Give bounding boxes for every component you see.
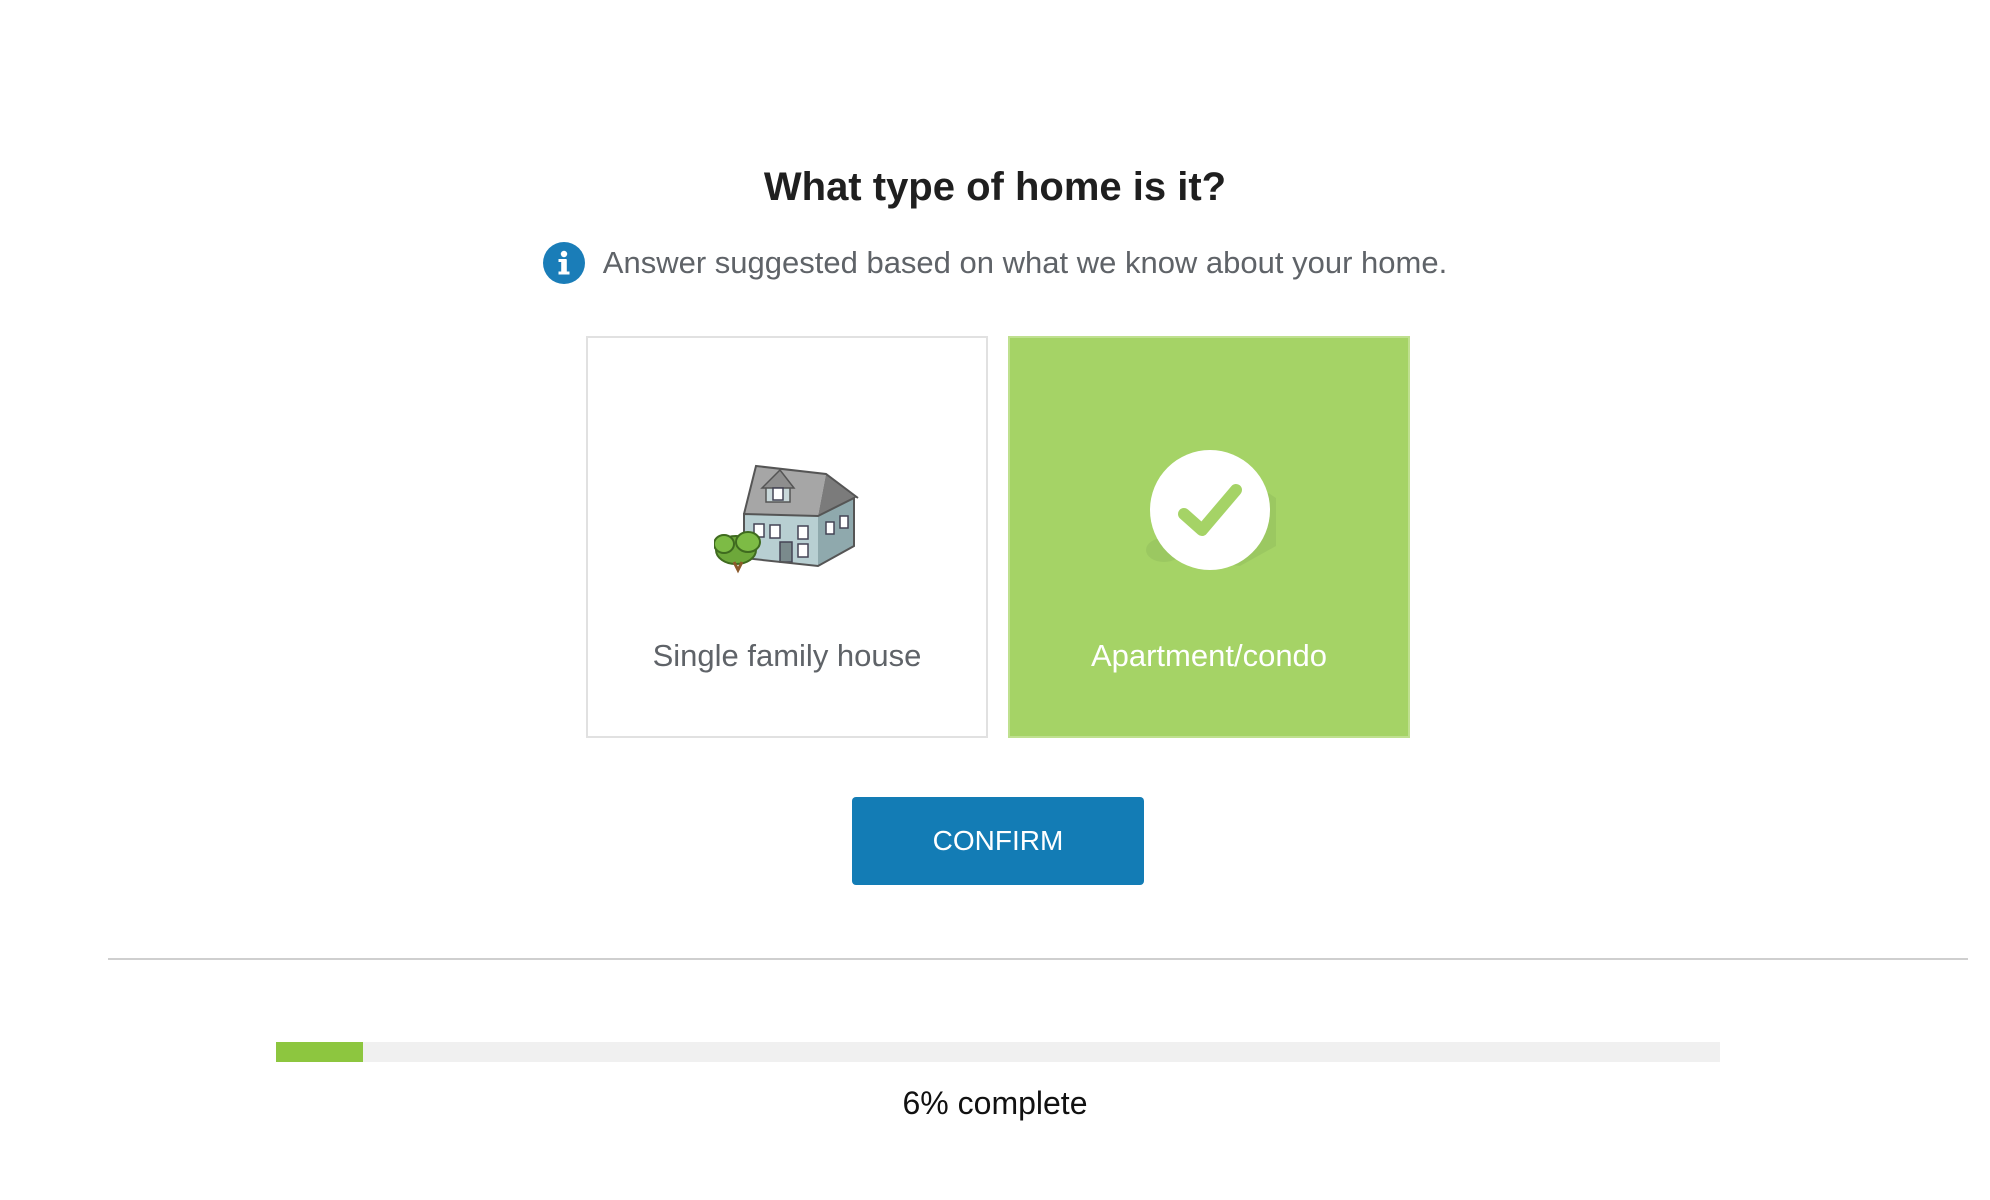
home-type-options: Single family house Apartment/condo xyxy=(586,336,1410,738)
suggestion-hint: Answer suggested based on what we know a… xyxy=(0,242,1990,284)
confirm-button[interactable]: CONFIRM xyxy=(852,797,1144,885)
progress-bar xyxy=(276,1042,1720,1062)
option-label: Single family house xyxy=(652,638,922,673)
progress-text: 6% complete xyxy=(902,1085,1088,1121)
question-title: What type of home is it? xyxy=(763,165,1227,209)
divider xyxy=(108,958,1968,960)
option-single-family-house[interactable]: Single family house xyxy=(586,336,988,738)
hint-text: Answer suggested based on what we know a… xyxy=(602,245,1448,280)
info-icon xyxy=(542,242,585,284)
option-label: Apartment/condo xyxy=(1090,638,1328,673)
home-type-step: What type of home is it? Answer suggeste… xyxy=(0,0,1990,1200)
selected-check-icon xyxy=(1150,450,1270,570)
option-apartment-condo[interactable]: Apartment/condo xyxy=(1008,336,1410,738)
progress-bar-fill xyxy=(276,1042,363,1062)
house-icon xyxy=(713,446,864,576)
